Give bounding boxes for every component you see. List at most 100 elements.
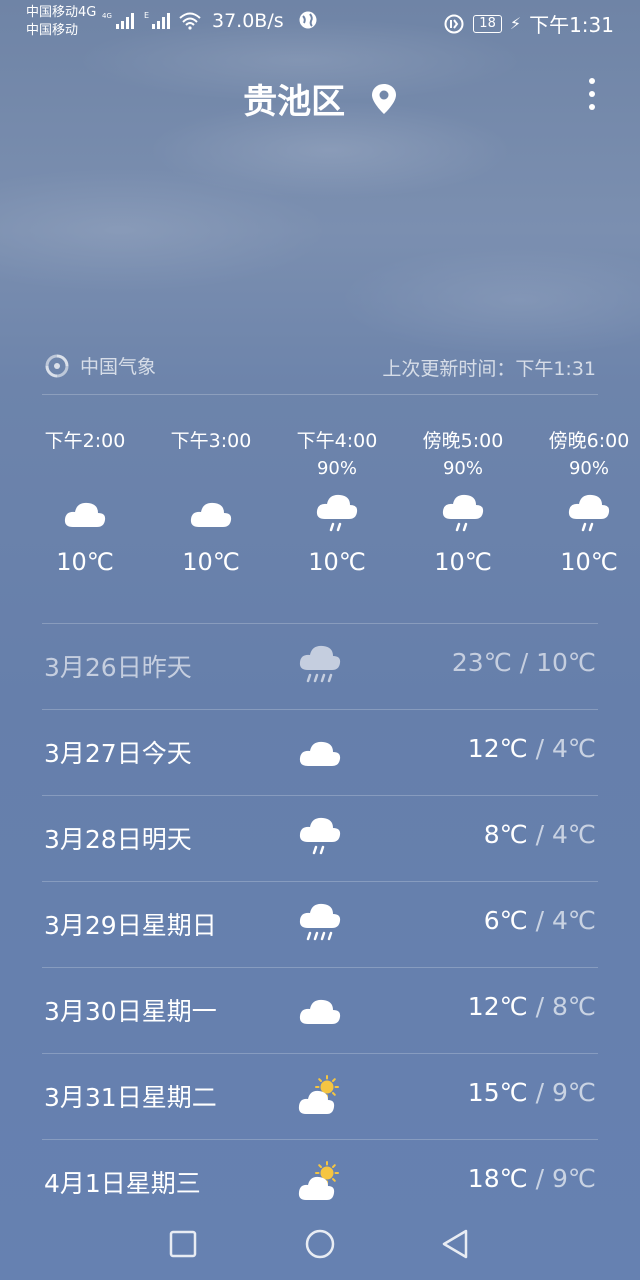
daily-row[interactable]: 3月26日昨天 23℃ / 10℃ <box>42 624 598 710</box>
day-high: 8℃ <box>483 820 528 849</box>
cloud-icon <box>299 741 341 766</box>
hour-item: 傍晚5:00 90% 10℃ <box>400 426 526 576</box>
clock: 下午1:31 <box>529 13 614 37</box>
hour-precip: 90% <box>316 458 357 479</box>
day-low: 4℃ <box>552 734 596 763</box>
data-saver-icon <box>444 14 464 33</box>
daily-row[interactable]: 3月31日星期二 15℃ / 9℃ <box>42 1054 598 1140</box>
day-temps: 15℃ / 9℃ <box>468 1078 596 1107</box>
hour-item: 下午4:00 90% 10℃ <box>274 426 400 576</box>
day-date: 3月28日明天 <box>44 825 192 854</box>
signal-4g-icon: 4G <box>102 12 134 29</box>
circle-icon[interactable] <box>300 1224 340 1264</box>
hour-precip <box>22 458 148 484</box>
carrier-1: 中国移动4G <box>26 5 97 20</box>
light-rain-icon <box>274 484 400 544</box>
day-low: 4℃ <box>552 820 596 849</box>
day-date: 4月1日星期三 <box>44 1169 201 1198</box>
day-high: 23℃ <box>451 648 512 677</box>
globe-icon <box>299 11 317 29</box>
divider <box>42 394 598 395</box>
temp-separator: / <box>511 648 537 677</box>
day-date: 3月27日今天 <box>44 739 192 768</box>
hour-time: 傍晚6:00 <box>548 430 630 452</box>
carrier-2: 中国移动 <box>26 23 79 38</box>
cma-logo-icon <box>45 354 69 377</box>
temp-separator: / <box>527 1164 553 1193</box>
status-right: 18 ⚡ 下午1:31 <box>443 9 614 38</box>
heavy-rain-icon <box>299 903 341 941</box>
day-low: 10℃ <box>536 648 596 677</box>
hour-item: 傍晚6:00 90% 10℃ <box>526 426 640 576</box>
wifi-icon <box>179 12 201 30</box>
day-low: 4℃ <box>552 906 596 935</box>
hour-time: 下午3:00 <box>170 430 252 452</box>
day-date: 3月29日星期日 <box>44 911 217 940</box>
hourly-forecast[interactable]: 下午2:00 10℃ 下午3:00 10℃ 下午4:00 90% 10℃ 傍晚5… <box>22 426 640 596</box>
daily-row[interactable]: 3月28日明天 8℃ / 4℃ <box>42 796 598 882</box>
hour-item: 下午3:00 10℃ <box>148 426 274 576</box>
city-header[interactable]: 贵池区 <box>0 74 640 123</box>
temp-separator: / <box>527 992 553 1021</box>
net-type-1: 4G <box>102 12 112 20</box>
day-temps: 6℃ / 4℃ <box>484 906 596 935</box>
signal-e-icon: E <box>144 11 170 29</box>
partly-sunny-icon <box>298 1161 339 1200</box>
day-temps: 23℃ / 10℃ <box>452 648 596 677</box>
cloud-icon <box>299 999 341 1024</box>
hour-precip: 90% <box>442 458 483 479</box>
carrier-info: 中国移动4G 中国移动 <box>26 4 96 40</box>
status-bar: 中国移动4G 中国移动 4G E 37.0B/s 18 ⚡ 下午1:31 <box>0 0 640 46</box>
hour-temp: 10℃ <box>308 548 366 576</box>
day-high: 18℃ <box>467 1164 528 1193</box>
light-rain-icon <box>299 817 341 855</box>
heavy-rain-icon <box>299 645 341 683</box>
hour-precip <box>148 458 274 484</box>
light-rain-icon <box>526 484 640 544</box>
partly-sunny-icon <box>298 1075 339 1114</box>
hour-temp: 10℃ <box>434 548 492 576</box>
location-pin-icon <box>371 83 396 114</box>
day-temps: 12℃ / 4℃ <box>468 734 596 763</box>
day-date: 3月26日昨天 <box>44 653 192 682</box>
daily-row[interactable]: 3月30日星期一 12℃ / 8℃ <box>42 968 598 1054</box>
day-date: 3月31日星期二 <box>44 1083 217 1112</box>
day-high: 12℃ <box>467 992 528 1021</box>
data-source: 中国气象 <box>44 352 156 379</box>
day-low: 9℃ <box>552 1164 596 1193</box>
hour-time: 傍晚5:00 <box>422 430 504 452</box>
day-date: 3月30日星期一 <box>44 997 217 1026</box>
hour-time: 下午4:00 <box>296 430 378 452</box>
source-name: 中国气象 <box>80 356 157 378</box>
temp-separator: / <box>527 734 553 763</box>
day-temps: 12℃ / 8℃ <box>468 992 596 1021</box>
update-time: 上次更新时间：下午1:31 <box>382 358 596 380</box>
battery-level: 18 <box>473 14 502 33</box>
day-high: 15℃ <box>467 1078 528 1107</box>
square-icon[interactable] <box>163 1224 203 1264</box>
daily-row[interactable]: 3月27日今天 12℃ / 4℃ <box>42 710 598 796</box>
day-low: 8℃ <box>552 992 596 1021</box>
network-speed: 37.0B/s <box>212 10 284 32</box>
cloud-icon <box>148 484 274 544</box>
cloud-icon <box>22 484 148 544</box>
temp-separator: / <box>527 820 553 849</box>
hour-time: 下午2:00 <box>44 430 126 452</box>
city-name: 贵池区 <box>243 82 346 122</box>
triangle-back-icon[interactable] <box>436 1224 476 1264</box>
hour-temp: 10℃ <box>56 548 114 576</box>
day-temps: 18℃ / 9℃ <box>468 1164 596 1193</box>
navigation-bar <box>0 1210 640 1280</box>
day-temps: 8℃ / 4℃ <box>484 820 596 849</box>
light-rain-icon <box>400 484 526 544</box>
more-vertical-icon[interactable] <box>584 76 600 112</box>
temp-separator: / <box>527 1078 553 1107</box>
net-type-2: E <box>144 11 149 20</box>
day-high: 6℃ <box>483 906 528 935</box>
temp-separator: / <box>527 906 553 935</box>
hour-item: 下午2:00 10℃ <box>22 426 148 576</box>
hour-temp: 10℃ <box>182 548 240 576</box>
hour-precip: 90% <box>568 458 609 479</box>
day-high: 12℃ <box>467 734 528 763</box>
daily-row[interactable]: 3月29日星期日 6℃ / 4℃ <box>42 882 598 968</box>
